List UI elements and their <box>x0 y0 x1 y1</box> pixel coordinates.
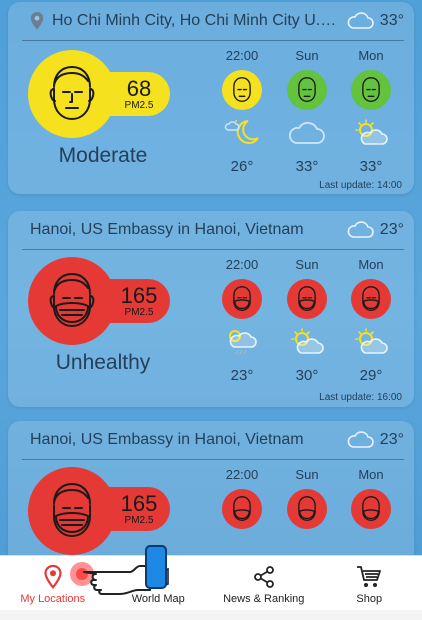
location-card[interactable]: Hanoi, US Embassy in Hanoi, Vietnam 23° … <box>8 421 414 555</box>
aqi-value: 68 <box>126 76 152 101</box>
divider <box>22 459 404 460</box>
location-card[interactable]: Ho Chi Minh City, Ho Chi Minh City U.S..… <box>8 2 414 194</box>
divider <box>22 249 404 250</box>
location-name: Ho Chi Minh City, Ho Chi Minh City U.S..… <box>52 12 338 29</box>
forecast-temperature: 26° <box>230 158 254 175</box>
cart-icon <box>357 566 382 587</box>
aqi-face-badge <box>28 50 116 138</box>
cloud-icon <box>288 121 325 144</box>
forecast-column: Mon 29° <box>344 257 398 384</box>
mask-face-icon <box>53 483 91 537</box>
good-face-icon <box>287 70 327 110</box>
nav-label: News & Ranking <box>223 593 305 605</box>
moderate-face-icon <box>222 70 262 110</box>
sun-cloud-icon <box>291 328 324 354</box>
forecast-temperature: 29° <box>359 367 383 384</box>
mask-face-icon <box>222 279 262 319</box>
forecast-column: Sun 33° <box>280 48 334 175</box>
sun-cloud-icon <box>355 119 388 145</box>
card-header: Hanoi, US Embassy in Hanoi, Vietnam 23° <box>8 211 414 249</box>
locations-list[interactable]: Ho Chi Minh City, Ho Chi Minh City U.S..… <box>0 0 422 555</box>
location-pin-icon <box>44 565 62 589</box>
forecast-day: Sun <box>295 48 319 63</box>
header-temperature: 23° <box>379 221 404 238</box>
location-name: Hanoi, US Embassy in Hanoi, Vietnam <box>30 221 304 238</box>
mask-face-icon <box>49 273 95 327</box>
forecast-temperature: 33° <box>359 158 383 175</box>
aqi-level-label: Unhealthy <box>55 351 151 374</box>
share-icon <box>253 566 274 588</box>
divider <box>22 40 404 41</box>
forecast-time: 22:00 <box>225 467 259 482</box>
forecast-time: 22:00 <box>225 48 259 63</box>
forecast-day: Sun <box>295 257 319 272</box>
moon-cloud-icon <box>224 120 259 144</box>
location-card[interactable]: Hanoi, US Embassy in Hanoi, Vietnam 23° … <box>8 211 414 407</box>
forecast-column: Mon <box>344 467 398 529</box>
header-temperature: 23° <box>379 431 404 448</box>
pointing-hand-icon <box>70 545 167 595</box>
forecast-day: Mon <box>358 48 384 63</box>
card-header: Ho Chi Minh City, Ho Chi Minh City U.S..… <box>8 2 414 40</box>
aqi-unit: PM2.5 <box>124 515 154 526</box>
mask-face-icon <box>287 279 327 319</box>
location-name: Hanoi, US Embassy in Hanoi, Vietnam <box>30 431 304 448</box>
forecast-day: Mon <box>358 467 384 482</box>
forecast-temperature: 23° <box>230 367 254 384</box>
aqi-value: 165 <box>120 283 158 308</box>
aqi-face-badge <box>28 257 116 345</box>
aqi-unit: PM2.5 <box>124 100 154 111</box>
cloud-icon <box>347 12 374 29</box>
rain-sun-cloud-icon <box>229 330 257 355</box>
sun-cloud-icon <box>355 328 388 354</box>
good-face-icon <box>351 70 391 110</box>
forecast-column: Sun 30° <box>280 257 334 384</box>
mask-face-icon <box>287 489 327 529</box>
forecast-column: 22:00 <box>215 467 269 529</box>
nav-shop[interactable]: Shop <box>317 556 422 610</box>
header-temperature: 33° <box>379 12 404 29</box>
last-update: Last update: 16:00 <box>319 392 402 403</box>
aqi-value: 165 <box>120 491 158 516</box>
forecast-temperature: 30° <box>295 367 319 384</box>
aqi-value-badge: 68 PM2.5 <box>108 72 170 116</box>
nav-news-ranking[interactable]: News & Ranking <box>211 556 317 610</box>
forecast-day: Mon <box>358 257 384 272</box>
moderate-face-icon <box>49 66 95 120</box>
mask-face-icon <box>222 489 262 529</box>
forecast-day: Sun <box>295 467 319 482</box>
aqi-level-label: Moderate <box>58 144 148 167</box>
forecast-column: Sun <box>280 467 334 529</box>
location-pin-icon <box>30 12 44 30</box>
forecast-temperature: 33° <box>295 158 319 175</box>
system-bar <box>0 610 422 620</box>
aqi-value-badge: 165 PM2.5 <box>108 487 170 531</box>
mask-face-icon <box>351 489 391 529</box>
aqi-value-badge: 165 PM2.5 <box>108 279 170 323</box>
mask-face-icon <box>351 279 391 319</box>
forecast-column: Mon 33° <box>344 48 398 175</box>
aqi-unit: PM2.5 <box>124 307 154 318</box>
cloud-icon <box>347 431 374 448</box>
last-update: Last update: 14:00 <box>319 180 402 191</box>
forecast-time: 22:00 <box>225 257 259 272</box>
nav-label: Shop <box>356 593 383 605</box>
card-header: Hanoi, US Embassy in Hanoi, Vietnam 23° <box>8 421 414 459</box>
cloud-icon <box>347 221 374 238</box>
forecast-column: 22:00 26° <box>215 48 269 175</box>
forecast-column: 22:00 23° <box>215 257 269 384</box>
